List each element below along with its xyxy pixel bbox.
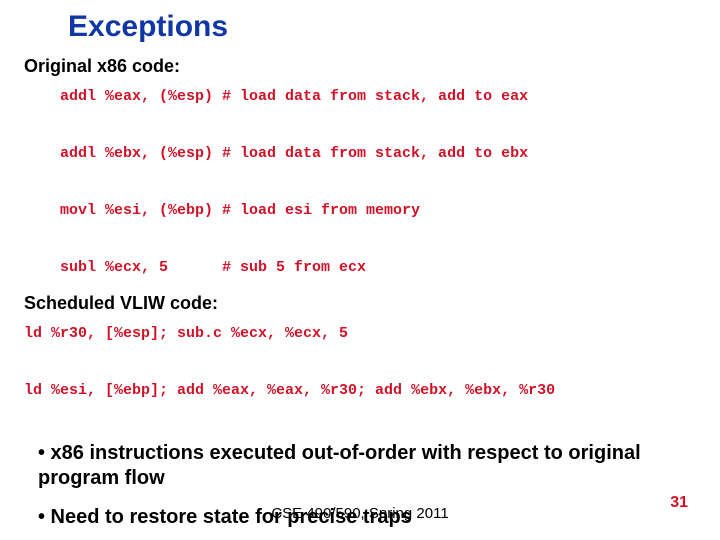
original-x86-code: addl %eax, (%esp) # load data from stack… bbox=[60, 83, 700, 283]
original-code-heading: Original x86 code: bbox=[24, 56, 700, 77]
footer-text: CSE 490/590, Spring 2011 bbox=[0, 505, 720, 522]
scheduled-code-heading: Scheduled VLIW code: bbox=[24, 293, 700, 314]
slide-title: Exceptions bbox=[68, 10, 700, 44]
scheduled-vliw-code: ld %r30, [%esp]; sub.c %ecx, %ecx, 5 ld … bbox=[24, 320, 700, 406]
bullet-1: • x86 instructions executed out-of-order… bbox=[38, 441, 680, 491]
slide: Exceptions Original x86 code: addl %eax,… bbox=[0, 0, 720, 540]
page-number: 31 bbox=[670, 494, 688, 512]
